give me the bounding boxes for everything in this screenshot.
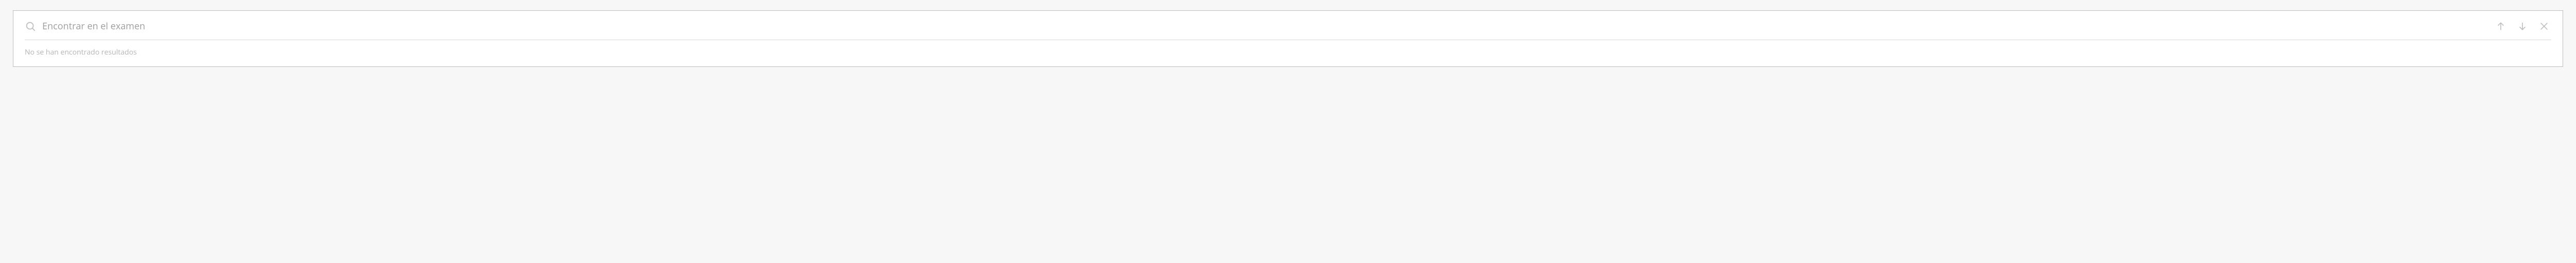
next-result-button[interactable] [2515, 19, 2530, 33]
arrow-down-icon [2517, 21, 2528, 31]
search-icon [25, 21, 36, 32]
arrow-up-icon [2496, 21, 2506, 31]
search-row [25, 18, 2551, 40]
search-actions [2494, 19, 2551, 33]
search-panel: No se han encontrado resultados [13, 10, 2563, 67]
close-icon [2539, 21, 2549, 31]
no-results-message: No se han encontrado resultados [25, 40, 2551, 57]
prev-result-button[interactable] [2494, 19, 2508, 33]
search-input[interactable] [42, 18, 2487, 34]
close-search-button[interactable] [2537, 19, 2551, 33]
